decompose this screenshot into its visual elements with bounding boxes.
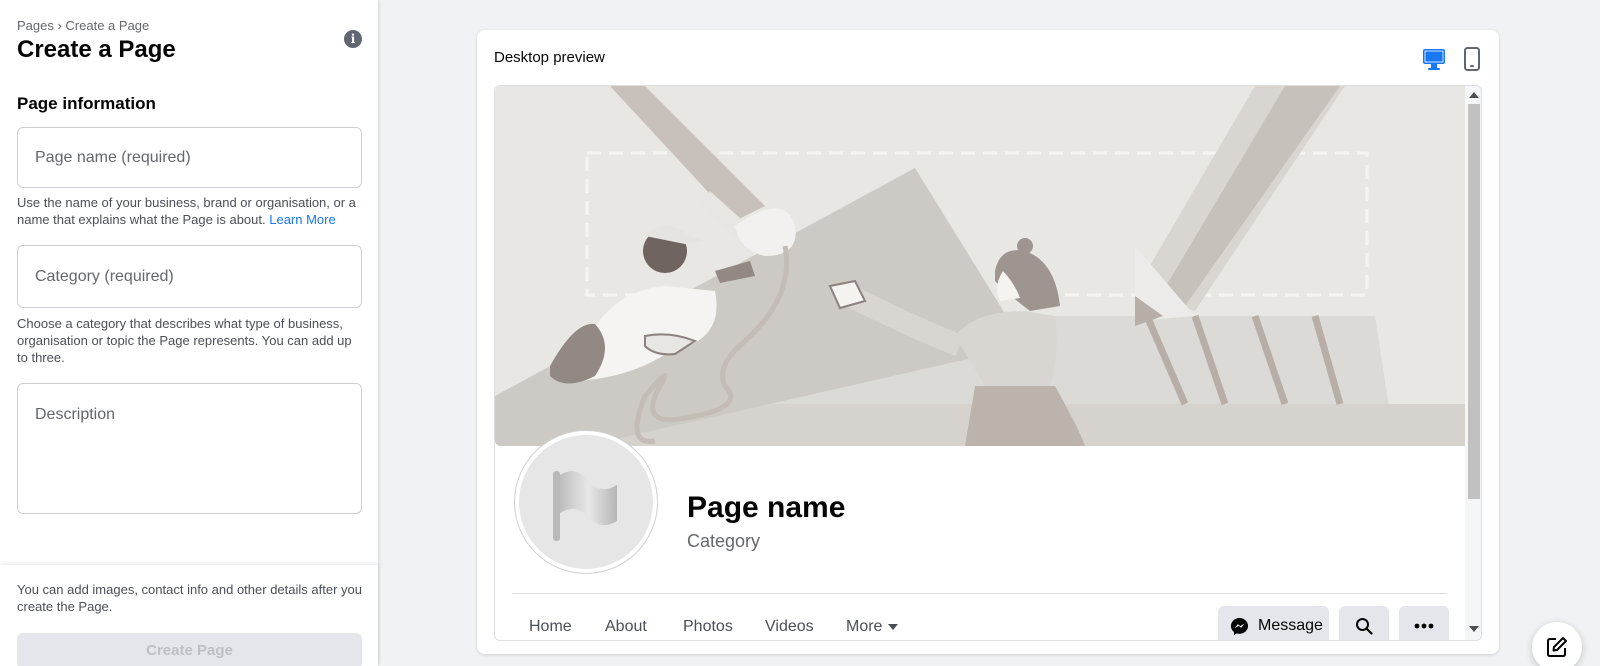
mobile-icon[interactable] [1461,46,1483,72]
preview-category: Category [687,531,761,551]
preview-page-name: Page name [687,491,846,524]
tab-more[interactable]: More [846,618,899,636]
message-button-label: Message [1258,617,1323,634]
category-placeholder: Category (required) [35,268,174,285]
flag-icon [553,471,617,541]
page-title: Create a Page [17,36,176,63]
compose-button[interactable] [1532,622,1582,666]
footer-note: You can add images, contact info and oth… [17,582,362,614]
tab-photos[interactable]: Photos [683,618,733,636]
scroll-up-arrow[interactable] [1469,92,1479,98]
page-name-help: Use the name of your business, brand or … [17,195,356,227]
category-field[interactable]: Category (required) [17,245,362,308]
info-icon[interactable]: i [344,30,362,48]
create-page-button[interactable]: Create Page [17,633,362,666]
section-title: Page information [17,94,156,113]
learn-more-link[interactable]: Learn More [269,212,335,227]
more-dots-icon [1414,623,1434,629]
tab-videos[interactable]: Videos [765,618,814,636]
category-help: Choose a category that describes what ty… [17,316,352,365]
more-options-button[interactable] [1399,606,1449,640]
chevron-down-icon [888,623,899,630]
panel-footer: You can add images, contact info and oth… [0,565,378,666]
preview-scrollbar[interactable] [1465,86,1481,640]
message-button[interactable]: Message [1218,606,1329,640]
description-placeholder: Description [35,406,116,423]
search-icon [1356,618,1373,635]
cover-photo [495,86,1465,446]
scroll-down-arrow[interactable] [1469,626,1479,632]
search-button[interactable] [1339,606,1389,640]
preview-title: Desktop preview [494,49,605,66]
description-field[interactable]: Description [17,383,362,514]
page-preview-frame: Page name Category Home About Photos Vid… [494,85,1482,641]
page-name-field[interactable]: Page name (required) [17,127,362,188]
breadcrumb[interactable]: Pages › Create a Page [17,18,149,33]
divider [512,593,1447,594]
page-name-placeholder: Page name (required) [35,149,191,166]
preview-card: Desktop preview Page name Category Home … [477,30,1499,654]
messenger-icon [1230,617,1249,636]
tab-home[interactable]: Home [529,618,572,636]
tab-about[interactable]: About [605,618,647,636]
profile-picture [515,431,657,573]
edit-icon [1547,637,1567,657]
scroll-thumb[interactable] [1468,104,1480,499]
desktop-icon[interactable] [1421,46,1447,72]
create-page-panel: Pages › Create a Page Create a Page i Pa… [0,0,378,666]
